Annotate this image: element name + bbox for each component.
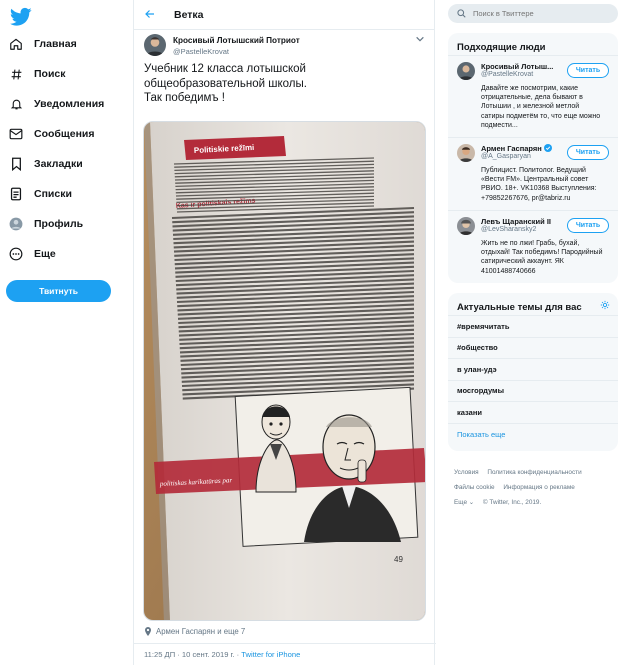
- copyright: © Twitter, Inc., 2019.: [482, 499, 542, 506]
- footer-link[interactable]: Информация о рекламе: [503, 484, 574, 491]
- location-pin-icon: [145, 627, 151, 636]
- person-handle[interactable]: @A_Gasparyan: [481, 153, 531, 160]
- chevron-down-icon[interactable]: [415, 34, 425, 44]
- envelope-icon: [8, 126, 24, 142]
- panel-title: Подходящие люди: [457, 42, 546, 53]
- trend-item[interactable]: в улан-удэ: [448, 358, 618, 380]
- tweet-text-line: общеобразовательной школы.: [144, 77, 307, 90]
- nav-label: Закладки: [34, 158, 83, 170]
- nav-item-notifications[interactable]: Уведомления: [8, 92, 126, 116]
- trend-item[interactable]: мосгордумы: [448, 379, 618, 402]
- trend-item[interactable]: #времячитать: [448, 315, 618, 337]
- back-arrow-icon[interactable]: [144, 8, 158, 22]
- hashtag-icon: [8, 66, 24, 82]
- search-icon: [457, 9, 466, 18]
- trend-item[interactable]: #общество: [448, 336, 618, 359]
- person-bio: Публицист. Политолог. Ведущий «Вести FM»…: [481, 167, 597, 202]
- nav-label: Сообщения: [34, 128, 95, 140]
- tweet-photo[interactable]: Politiskie režīmi Kas ir politiskais rež…: [143, 121, 426, 621]
- bell-icon: [8, 96, 24, 112]
- tweet-text-line: Так победимъ !: [144, 92, 225, 104]
- nav-item-bookmarks[interactable]: Закладки: [8, 152, 126, 176]
- tweet-source-link[interactable]: Twitter for iPhone: [241, 650, 300, 659]
- person-name-text: Армен Гаспарян: [481, 144, 542, 153]
- nav-item-messages[interactable]: Сообщения: [8, 122, 126, 146]
- author-handle[interactable]: @PastelleKrovat: [173, 47, 229, 56]
- person-handle[interactable]: @PastelleKrovat: [481, 71, 533, 78]
- avatar[interactable]: [457, 217, 475, 235]
- person-bio: Давайте же посмотрим, какие отрицательны…: [481, 85, 601, 129]
- tweet-author: Кросивый Лотышский Потриот @PastelleKrov…: [144, 34, 429, 58]
- footer-link[interactable]: Условия: [454, 469, 479, 476]
- person-name[interactable]: Кросивый Лотыш...: [481, 62, 566, 71]
- footer-link[interactable]: Файлы cookie: [454, 484, 495, 491]
- gear-icon[interactable]: [600, 300, 610, 310]
- bookmark-icon: [8, 156, 24, 172]
- tweet-meta: 11:25 ДП · 10 сент. 2019 г. · Twitter fo…: [134, 643, 436, 665]
- retweeted-by[interactable]: Армен Гаспарян и еще 7: [144, 627, 245, 636]
- retweeted-by-label: Армен Гаспарян и еще 7: [156, 627, 246, 636]
- tweet-text: Учебник 12 класса лотышской общеобразова…: [144, 62, 429, 106]
- person-name[interactable]: Армен Гаспарян: [481, 144, 566, 153]
- nav-label: Главная: [34, 38, 77, 50]
- tweet-button[interactable]: Твитнуть: [6, 280, 111, 302]
- footer-links: Условия Политика конфиденциальности Файл…: [454, 465, 619, 510]
- nav-item-more[interactable]: Еще: [8, 242, 126, 266]
- nav-label: Уведомления: [34, 98, 105, 110]
- nav-label: Списки: [34, 188, 72, 200]
- nav-item-lists[interactable]: Списки: [8, 182, 126, 206]
- tweet-text-line: Учебник 12 класса лотышской: [144, 63, 306, 75]
- avatar[interactable]: [144, 34, 166, 56]
- author-name[interactable]: Кросивый Лотышский Потриот: [173, 36, 300, 45]
- search-input[interactable]: [473, 9, 603, 18]
- thread-header: Ветка: [134, 0, 434, 30]
- trend-item[interactable]: казани: [448, 401, 618, 423]
- footer-link[interactable]: Еще ⌄: [454, 499, 474, 506]
- person-card[interactable]: Левъ Щаранский II @LevSharansky2 Читать …: [448, 210, 618, 282]
- footer-link[interactable]: Политика конфиденциальности: [487, 469, 581, 476]
- book-page-number: 49: [394, 555, 403, 564]
- thread-column: Ветка Кросивый Лотышский Потриот @Pastel…: [133, 0, 436, 665]
- panel-title: Актуальные темы для вас: [457, 302, 582, 313]
- follow-button[interactable]: Читать: [567, 63, 609, 78]
- profile-icon: [8, 216, 24, 232]
- trends-panel: Актуальные темы для вас #времячитать #об…: [448, 293, 618, 451]
- who-to-follow-panel: Подходящие люди Кросивый Лотыш... @Paste…: [448, 33, 618, 283]
- person-name[interactable]: Левъ Щаранский II: [481, 217, 566, 226]
- person-bio: Жить не по лжи! Грабь, бухай, отдыхай! Т…: [481, 240, 603, 275]
- left-navigation: Главная Поиск Уведомления Сообщения Закл…: [0, 0, 130, 665]
- follow-button[interactable]: Читать: [567, 218, 609, 233]
- search-box[interactable]: [448, 4, 618, 23]
- person-card[interactable]: Кросивый Лотыш... @PastelleKrovat Читать…: [448, 55, 618, 137]
- nav-label: Профиль: [34, 218, 84, 230]
- page-title: Ветка: [174, 8, 204, 21]
- list-icon: [8, 186, 24, 202]
- textbook-photo: Politiskie režīmi Kas ir politiskais rež…: [144, 122, 425, 620]
- nav-item-profile[interactable]: Профиль: [8, 212, 126, 236]
- verified-badge-icon: [543, 144, 552, 152]
- follow-button[interactable]: Читать: [567, 145, 609, 160]
- nav-label: Поиск: [34, 68, 66, 80]
- tweet-timestamp[interactable]: 11:25 ДП · 10 сент. 2019 г. ·: [144, 650, 241, 659]
- nav-item-explore[interactable]: Поиск: [8, 62, 126, 86]
- nav-item-home[interactable]: Главная: [8, 32, 126, 56]
- avatar[interactable]: [457, 144, 475, 162]
- avatar[interactable]: [457, 62, 475, 80]
- more-icon: [8, 246, 24, 262]
- person-handle[interactable]: @LevSharansky2: [481, 226, 536, 233]
- nav-label: Еще: [34, 248, 56, 260]
- person-card[interactable]: Армен Гаспарян @A_Gasparyan Читать Публи…: [448, 137, 618, 210]
- home-icon: [8, 36, 24, 52]
- twitter-logo-icon[interactable]: [10, 7, 32, 27]
- show-more-link[interactable]: Показать еще: [448, 422, 618, 445]
